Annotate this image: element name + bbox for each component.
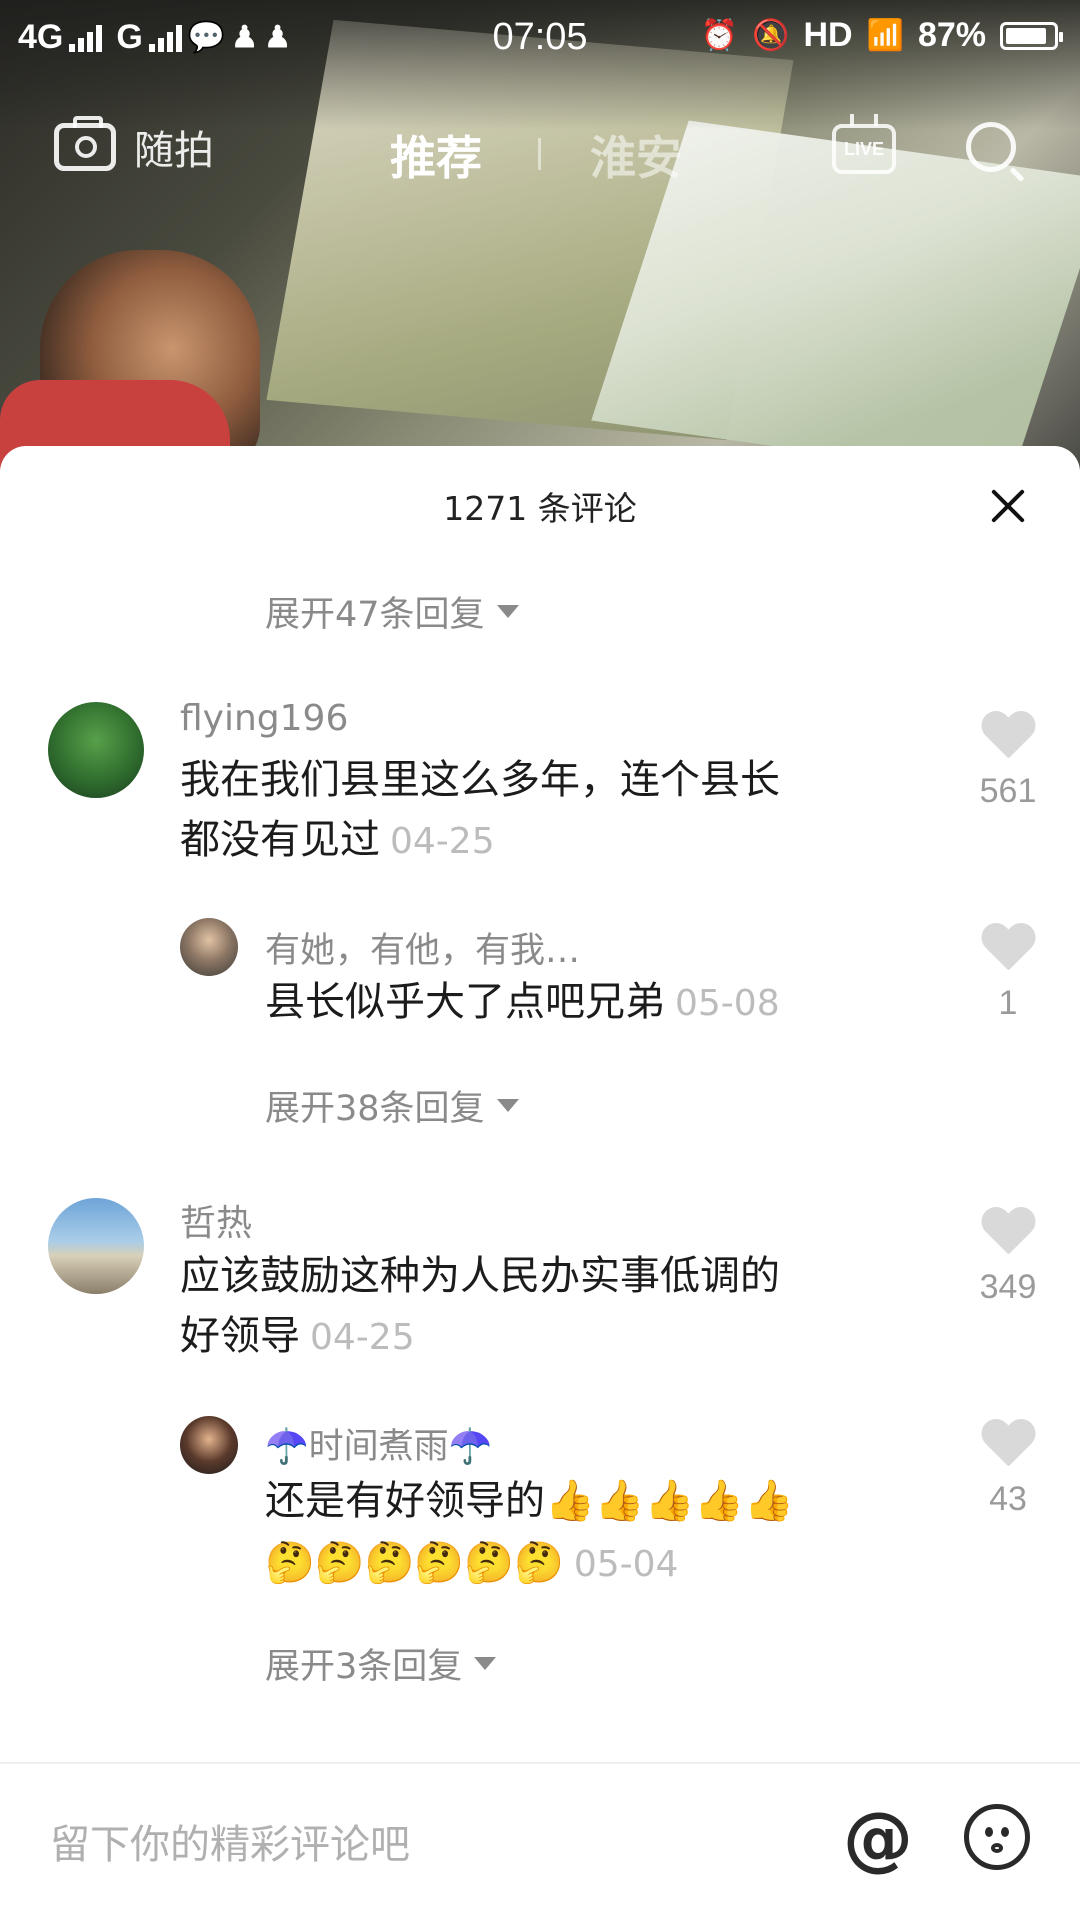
wifi-icon: 📶 [866,18,904,52]
comment-text-line: 我在我们县里这么多年，连个县长 [180,757,780,803]
search-icon[interactable] [966,122,1016,172]
tab-local[interactable]: 淮安 [590,122,682,188]
reply-like-count: 1 [998,984,1018,1022]
camera-label: 随拍 [134,128,214,174]
comment-text[interactable]: 应该鼓励这种为人民办实事低调的 好领导 04-25 [180,1246,780,1368]
comment-text-line-2: 好领导 04-25 [180,1306,780,1368]
comment-date: 04-25 [310,1317,415,1358]
heart-icon [980,924,1036,974]
umbrella-icon: ☂️ [265,1427,309,1467]
caret-down-icon [496,605,519,618]
comment-date: 04-25 [390,821,495,862]
thumbs-up-emoji: 👍👍👍👍👍 [545,1478,795,1524]
expand-replies-label: 展开3条回复 [265,1647,463,1687]
comment-text-line: 应该鼓励这种为人民办实事低调的 [180,1253,780,1299]
reply-text[interactable]: 还是有好领导的👍👍👍👍👍 🤔🤔🤔🤔🤔🤔 05-04 [265,1470,794,1596]
comment-text-line-2: 都没有见过 04-25 [180,810,780,872]
alarm-icon: ⏰ [700,18,739,52]
tab-recommend[interactable]: 推荐 [390,122,482,188]
thinking-emoji: 🤔🤔🤔🤔🤔🤔 [265,1540,564,1586]
battery-percent: 87% [917,16,986,54]
reply-username-row[interactable]: ☂️时间煮雨☂️ [265,1418,492,1469]
heart-icon [980,712,1036,762]
comment-username[interactable]: flying196 [180,698,348,739]
umbrella-icon: ☂️ [448,1427,493,1467]
emoji-mouth [991,1843,1003,1853]
reply-date: 05-04 [573,1544,679,1585]
camera-icon [54,116,116,171]
comment-text-line2: 好领导 [180,1313,300,1359]
emoji-smiley-icon[interactable] [964,1804,1030,1870]
close-icon[interactable] [986,484,1030,528]
reply-avatar[interactable] [180,1416,238,1474]
avatar[interactable] [48,702,144,798]
comment-username[interactable]: 哲热 [180,1194,252,1246]
comment-text-line2: 都没有见过 [180,817,380,863]
heart-icon [980,1420,1036,1470]
reply-text-content: 还是有好领导的 [265,1478,545,1524]
emoji-eye [1001,1827,1009,1837]
like-count: 349 [979,1268,1037,1306]
status-bar: 4G G 💬 ♟ ♟ 07:05 ⏰ 🔕 HD 📶 87% [0,0,1080,78]
reply-text-content: 县长似乎大了点吧兄弟 [265,979,665,1025]
reply-username: 时间煮雨 [308,1427,449,1467]
reply-like-button[interactable]: 43 [958,1420,1058,1519]
expand-replies-label: 展开47条回复 [265,595,485,635]
battery-icon [1000,21,1063,50]
like-count: 561 [979,772,1037,810]
screen: 4G G 💬 ♟ ♟ 07:05 ⏰ 🔕 HD 📶 87% 随拍 推荐 淮安 L… [0,0,1080,1920]
camera-button[interactable]: 随拍 [54,116,214,176]
hd-label: HD [803,16,853,54]
comment-input-bar: @ [0,1762,1080,1920]
expand-replies-1[interactable]: 展开38条回复 [265,1080,519,1131]
caret-down-icon [496,1099,519,1112]
heart-icon [980,1208,1036,1258]
reply-text-line-2: 🤔🤔🤔🤔🤔🤔 05-04 [265,1532,794,1596]
expand-replies-label: 展开38条回复 [265,1089,485,1129]
comment-count-title: 1271 条评论 [443,489,637,528]
comment-input[interactable] [48,1814,812,1876]
reply-avatar[interactable] [180,918,238,976]
reply-text[interactable]: 县长似乎大了点吧兄弟 05-08 [265,972,780,1034]
reply-date: 05-08 [675,983,780,1024]
avatar[interactable] [48,1198,144,1294]
reply-like-count: 43 [989,1480,1027,1518]
like-button[interactable]: 349 [958,1208,1058,1307]
caret-down-icon [474,1657,497,1670]
at-icon[interactable]: @ [842,1802,914,1874]
mute-icon: 🔕 [752,18,790,52]
live-icon[interactable]: LIVE [832,124,896,174]
reply-text-line: 还是有好领导的👍👍👍👍👍 [265,1470,794,1532]
comment-text[interactable]: 我在我们县里这么多年，连个县长 都没有见过 04-25 [180,750,780,872]
comment-sheet: 1271 条评论 展开47条回复 flying196 我在我们县里这么多年，连个… [0,446,1080,1920]
tab-divider [538,138,541,170]
battery-fill [1006,27,1046,44]
sheet-header: 1271 条评论 [0,446,1080,566]
reply-like-button[interactable]: 1 [958,924,1058,1023]
status-right: ⏰ 🔕 HD 📶 87% [700,16,1063,55]
expand-replies-top[interactable]: 展开47条回复 [265,586,519,637]
expand-replies-2[interactable]: 展开3条回复 [265,1638,497,1689]
reply-username[interactable]: 有她，有他，有我… [265,922,580,973]
emoji-eye [985,1827,993,1837]
top-nav: 随拍 推荐 淮安 LIVE [0,100,1080,200]
like-button[interactable]: 561 [958,712,1058,811]
